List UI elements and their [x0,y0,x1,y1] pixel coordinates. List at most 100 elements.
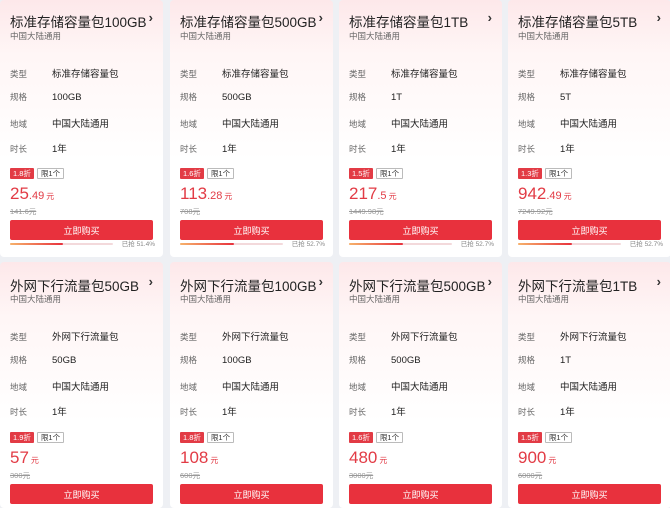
discount-badge: 1.3折 [518,168,542,179]
sold-progress-bar [518,243,621,245]
product-card[interactable]: 外网下行流量包50GB › 中国大陆通用 类型 外网下行流量包 规格 50GB 地域… [0,262,163,508]
spec-row-type: 类型 标准存储容量包 [349,66,458,80]
limit-badge: 限1个 [206,432,235,443]
price: 108 元 [180,448,218,468]
sold-progress-bar [349,243,452,245]
price-decimal: .49 [546,190,562,202]
chevron-right-icon[interactable]: › [657,10,661,25]
buy-now-button[interactable]: 立即购买 [10,484,153,504]
product-card[interactable]: 标准存储容量包5TB › 中国大陆通用 类型 标准存储容量包 规格 5T 地域 中国大… [508,0,670,257]
card-subtitle: 中国大陆通用 [10,294,62,304]
buy-now-button[interactable]: 立即购买 [180,220,323,240]
chevron-right-icon[interactable]: › [657,274,661,289]
price-decimal: .28 [207,190,223,202]
spec-label: 类型 [349,69,367,79]
card-title[interactable]: 外网下行流量包50GB [10,275,139,295]
spec-label: 地域 [349,382,367,392]
product-card[interactable]: 标准存储容量包100GB › 中国大陆通用 类型 标准存储容量包 规格 100GB … [0,0,163,257]
buy-now-button[interactable]: 立即购买 [10,220,153,240]
buy-now-button[interactable]: 立即购买 [518,484,661,504]
spec-value: 外网下行流量包 [560,332,627,343]
buy-now-button[interactable]: 立即购买 [518,220,661,240]
spec-row-size: 规格 1T [518,354,571,366]
spec-label: 时长 [180,144,198,154]
price: 900 元 [518,448,556,468]
price-unit: 元 [30,456,39,465]
card-title[interactable]: 外网下行流量包500GB [349,275,486,295]
sold-percentage: 已抢 51.4% [122,238,155,248]
limit-badge: 限1个 [544,168,573,179]
price-integer: 900 [518,448,547,467]
chevron-right-icon[interactable]: › [149,274,153,289]
spec-value: 1T [560,355,572,366]
spec-row-region: 地域 中国大陆通用 [10,379,109,393]
chevron-right-icon[interactable]: › [149,10,153,25]
product-card[interactable]: 外网下行流量包100GB › 中国大陆通用 类型 外网下行流量包 规格 100GB … [170,262,333,508]
spec-label: 地域 [10,119,28,129]
spec-value: 100GB [52,92,82,103]
spec-row-type: 类型 外网下行流量包 [349,329,458,343]
spec-row-type: 类型 外网下行流量包 [180,329,289,343]
product-card[interactable]: 外网下行流量包1TB › 中国大陆通用 类型 外网下行流量包 规格 1T 地域 中国大… [508,262,670,508]
buy-now-button[interactable]: 立即购买 [349,484,492,504]
price-integer: 25 [10,184,29,203]
spec-row-size: 规格 500GB [180,91,252,103]
sold-prefix: 已抢 [121,241,135,248]
buy-now-button[interactable]: 立即购买 [349,220,492,240]
spec-value: 500GB [391,355,421,366]
price: 25.49 元 [10,184,54,204]
spec-label: 时长 [10,407,28,417]
product-card[interactable]: 标准存储容量包1TB › 中国大陆通用 类型 标准存储容量包 规格 1T 地域 中国大… [339,0,502,257]
spec-label: 规格 [518,355,536,365]
spec-value: 中国大陆通用 [52,382,110,393]
product-card[interactable]: 外网下行流量包500GB › 中国大陆通用 类型 外网下行流量包 规格 500GB … [339,262,502,508]
spec-value: 1年 [560,407,575,418]
chevron-right-icon[interactable]: › [319,274,323,289]
card-title[interactable]: 标准存储容量包5TB [518,11,637,31]
price-unit: 元 [210,456,219,465]
sold-progress-fill [518,243,573,245]
card-title[interactable]: 外网下行流量包100GB [180,275,317,295]
card-title[interactable]: 外网下行流量包1TB [518,275,637,295]
spec-row-region: 地域 中国大陆通用 [518,116,617,130]
spec-label: 类型 [180,332,198,342]
card-subtitle: 中国大陆通用 [180,31,232,41]
spec-row-duration: 时长 1年 [349,141,406,155]
spec-label: 时长 [349,144,367,154]
spec-label: 时长 [10,144,28,154]
spec-value: 500GB [222,92,252,103]
spec-value: 标准存储容量包 [391,69,458,80]
spec-label: 地域 [518,119,536,129]
chevron-right-icon[interactable]: › [488,10,492,25]
spec-label: 类型 [180,69,198,79]
spec-row-duration: 时长 1年 [10,141,67,155]
card-title[interactable]: 标准存储容量包100GB [10,11,147,31]
spec-value: 中国大陆通用 [560,119,618,130]
spec-value: 1年 [391,407,406,418]
spec-row-size: 规格 5T [518,91,571,103]
spec-row-type: 类型 标准存储容量包 [180,66,289,80]
spec-row-duration: 时长 1年 [518,404,575,418]
buy-now-button[interactable]: 立即购买 [180,484,323,504]
limit-badge: 限1个 [375,432,404,443]
chevron-right-icon[interactable]: › [488,274,492,289]
spec-label: 规格 [349,355,367,365]
price-unit: 元 [388,192,397,201]
spec-value: 100GB [222,355,252,366]
discount-badge: 1.6折 [349,432,373,443]
limit-badge: 限1个 [375,168,404,179]
price: 57 元 [10,448,39,468]
card-title[interactable]: 标准存储容量包1TB [349,11,468,31]
card-title[interactable]: 标准存储容量包500GB [180,11,317,31]
spec-row-type: 类型 外网下行流量包 [518,329,627,343]
price: 113.28 元 [180,184,232,204]
tag-row: 1.3折 限1个 [518,168,573,179]
price-integer: 113 [180,184,208,203]
price: 217.5 元 [349,184,397,204]
spec-row-region: 地域 中国大陆通用 [518,379,617,393]
spec-label: 类型 [518,332,536,342]
spec-value: 标准存储容量包 [560,69,627,80]
chevron-right-icon[interactable]: › [319,10,323,25]
price: 480 元 [349,448,387,468]
product-card[interactable]: 标准存储容量包500GB › 中国大陆通用 类型 标准存储容量包 规格 500GB … [170,0,333,257]
